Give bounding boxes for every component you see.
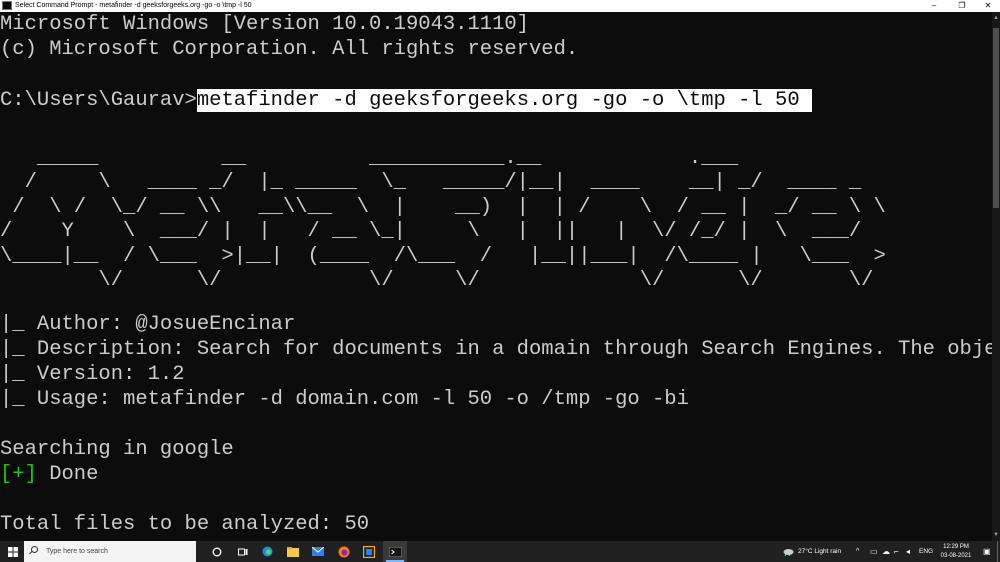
search-icon — [31, 546, 38, 553]
searching-status: Searching in google — [0, 438, 234, 461]
vertical-scrollbar[interactable]: ▲ ▼ — [992, 12, 1000, 541]
taskbar-search-box[interactable]: Type here to search — [24, 541, 196, 562]
cortana-icon[interactable] — [210, 541, 224, 562]
clock-time: 12:29 PM — [943, 544, 969, 550]
app-icon[interactable] — [362, 541, 376, 562]
info-version: |_ Version: 1.2 — [0, 363, 185, 386]
prompt-path: C:\Users\Gaurav> — [0, 89, 197, 112]
console-header-copyright: (c) Microsoft Corporation. All rights re… — [0, 38, 579, 61]
info-author: |_ Author: @JosueEncinar — [0, 313, 296, 336]
scrollbar-thumb[interactable] — [993, 28, 999, 208]
battery-icon[interactable]: ▭ — [870, 541, 878, 562]
file-explorer-icon[interactable] — [286, 541, 300, 562]
show-desktop-button[interactable] — [997, 541, 998, 562]
terminal-icon[interactable] — [383, 541, 407, 562]
weather-text[interactable]: 27°C Light rain — [798, 541, 841, 562]
volume-icon[interactable]: ◂ — [906, 541, 910, 562]
window-title: Select Command Prompt - metafinder -d ge… — [15, 2, 252, 9]
command-line: C:\Users\Gaurav>metafinder -d geeksforge… — [0, 88, 812, 113]
language-indicator[interactable]: ENG — [919, 541, 933, 562]
windows-logo-icon[interactable] — [7, 541, 19, 562]
chevron-up-icon[interactable]: ^ — [856, 541, 859, 562]
total-files-line: Total files to be analyzed: 50 — [0, 513, 370, 536]
info-description: |_ Description: Search for documents in … — [0, 338, 992, 361]
onedrive-icon[interactable]: ☁ — [882, 541, 890, 562]
command-prompt-icon — [2, 1, 12, 10]
task-view-icon[interactable] — [236, 541, 250, 562]
scroll-down-icon[interactable]: ▼ — [992, 531, 1000, 539]
mail-icon[interactable] — [311, 541, 325, 562]
maximize-button[interactable]: ❐ — [950, 0, 974, 12]
taskbar: Type here to search 27°C Light rain ^ ▭ … — [0, 541, 1000, 562]
console-output[interactable]: Microsoft Windows [Version 10.0.19043.11… — [0, 12, 992, 541]
console-header-version: Microsoft Windows [Version 10.0.19043.11… — [0, 13, 529, 36]
firefox-icon[interactable] — [337, 541, 351, 562]
scroll-up-icon[interactable]: ▲ — [992, 14, 1000, 22]
search-placeholder: Type here to search — [46, 548, 108, 555]
edge-icon[interactable] — [261, 541, 275, 562]
success-marker: [+] — [0, 463, 37, 486]
minimize-button[interactable]: – — [922, 0, 946, 12]
info-usage: |_ Usage: metafinder -d domain.com -l 50… — [0, 388, 689, 411]
title-bar: Select Command Prompt - metafinder -d ge… — [0, 0, 1000, 12]
notifications-icon[interactable]: ▣ — [983, 541, 991, 562]
clock-date: 03-08-2021 — [940, 552, 972, 559]
selected-command[interactable]: metafinder -d geeksforgeeks.org -go -o \… — [196, 89, 812, 112]
network-icon[interactable]: ⌐ — [894, 541, 899, 562]
weather-icon[interactable] — [783, 541, 795, 562]
close-button[interactable]: ✕ — [976, 0, 1000, 12]
system-clock[interactable]: 12:29 PM 03-08-2021 — [935, 543, 977, 560]
metafinder-ascii-banner: _____ __ ___________.__ .___ / \ ____ _/… — [0, 147, 886, 293]
done-status: [+] Done — [0, 462, 98, 487]
done-text: Done — [36, 463, 99, 486]
